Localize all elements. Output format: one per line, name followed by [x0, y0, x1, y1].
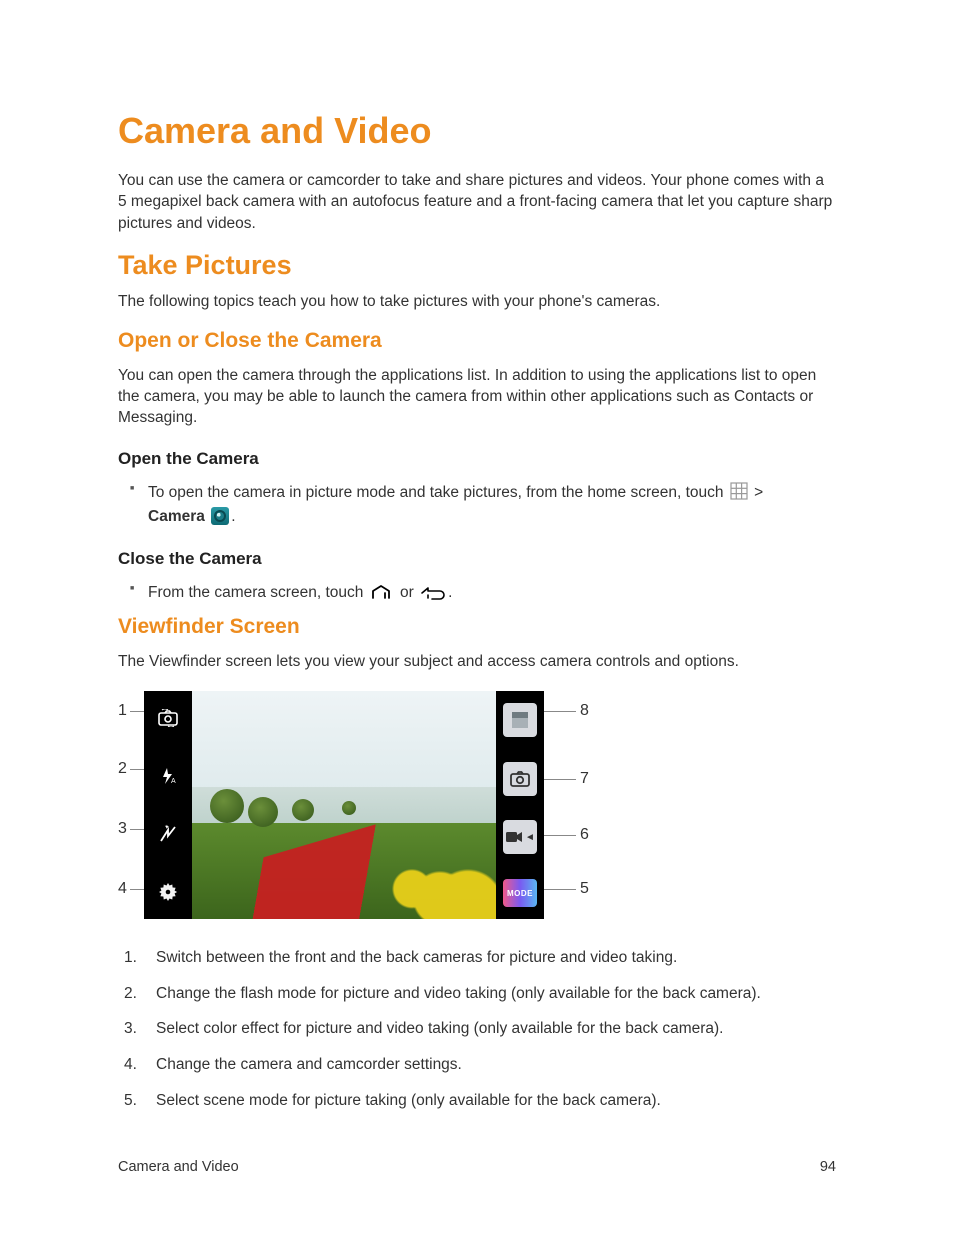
take-pictures-intro: The following topics teach you how to ta…	[118, 291, 836, 312]
gallery-thumbnail-icon[interactable]	[503, 703, 537, 737]
open-camera-step: To open the camera in picture mode and t…	[148, 481, 836, 529]
callout-7: 7	[580, 770, 589, 788]
settings-gear-icon[interactable]	[153, 877, 183, 907]
footer-section-name: Camera and Video	[118, 1159, 239, 1175]
legend-item-1: Switch between the front and the back ca…	[144, 947, 836, 969]
callout-1: 1	[118, 702, 127, 720]
viewfinder-legend-list: Switch between the front and the back ca…	[118, 947, 836, 1111]
close-camera-heading: Close the Camera	[118, 549, 836, 569]
page-title: Camera and Video	[118, 110, 836, 152]
callout-3: 3	[118, 820, 127, 838]
shutter-camera-icon[interactable]	[503, 762, 537, 796]
callout-8: 8	[580, 702, 589, 720]
intro-paragraph: You can use the camera or camcorder to t…	[118, 170, 836, 234]
open-step-gt: >	[750, 484, 763, 501]
close-camera-list: From the camera screen, touch or .	[118, 581, 836, 605]
scene-mode-button[interactable]: MODE	[503, 879, 537, 907]
legend-item-2: Change the flash mode for picture and vi…	[144, 983, 836, 1005]
color-effect-icon[interactable]	[153, 819, 183, 849]
svg-text:A: A	[171, 778, 176, 785]
video-mode-icon[interactable]	[503, 820, 537, 854]
viewfinder-right-toolbar: MODE	[496, 691, 544, 919]
page-footer: Camera and Video 94	[118, 1159, 836, 1175]
close-step-or: or	[396, 584, 418, 601]
viewfinder-preview	[192, 691, 496, 919]
open-close-intro: You can open the camera through the appl…	[118, 365, 836, 429]
viewfinder-figure: 1 2 3 4 8 7 6 5 A	[118, 688, 594, 923]
legend-item-5: Select scene mode for picture taking (on…	[144, 1090, 836, 1112]
camera-app-icon	[211, 507, 229, 525]
open-close-heading: Open or Close the Camera	[118, 329, 836, 353]
back-icon	[420, 586, 446, 600]
take-pictures-heading: Take Pictures	[118, 250, 836, 281]
viewfinder-screen: A	[144, 691, 544, 919]
close-step-period: .	[448, 584, 452, 601]
close-step-pre: From the camera screen, touch	[148, 584, 368, 601]
open-camera-list: To open the camera in picture mode and t…	[118, 481, 836, 529]
open-step-period: .	[231, 508, 235, 525]
apps-grid-icon	[730, 482, 748, 500]
open-camera-heading: Open the Camera	[118, 449, 836, 469]
close-camera-step: From the camera screen, touch or .	[148, 581, 836, 605]
switch-camera-icon[interactable]	[153, 703, 183, 733]
viewfinder-intro: The Viewfinder screen lets you view your…	[118, 651, 836, 672]
home-icon	[370, 584, 394, 600]
callout-5: 5	[580, 880, 589, 898]
callout-4: 4	[118, 880, 127, 898]
legend-item-4: Change the camera and camcorder settings…	[144, 1054, 836, 1076]
callout-2: 2	[118, 760, 127, 778]
legend-item-3: Select color effect for picture and vide…	[144, 1018, 836, 1040]
flash-mode-icon[interactable]: A	[153, 761, 183, 791]
scene-mode-label: MODE	[507, 889, 533, 898]
viewfinder-left-toolbar: A	[144, 691, 192, 919]
footer-page-number: 94	[820, 1159, 836, 1175]
open-step-camera-label: Camera	[148, 508, 209, 525]
open-step-text-pre: To open the camera in picture mode and t…	[148, 484, 728, 501]
callout-6: 6	[580, 826, 589, 844]
viewfinder-heading: Viewfinder Screen	[118, 615, 836, 639]
